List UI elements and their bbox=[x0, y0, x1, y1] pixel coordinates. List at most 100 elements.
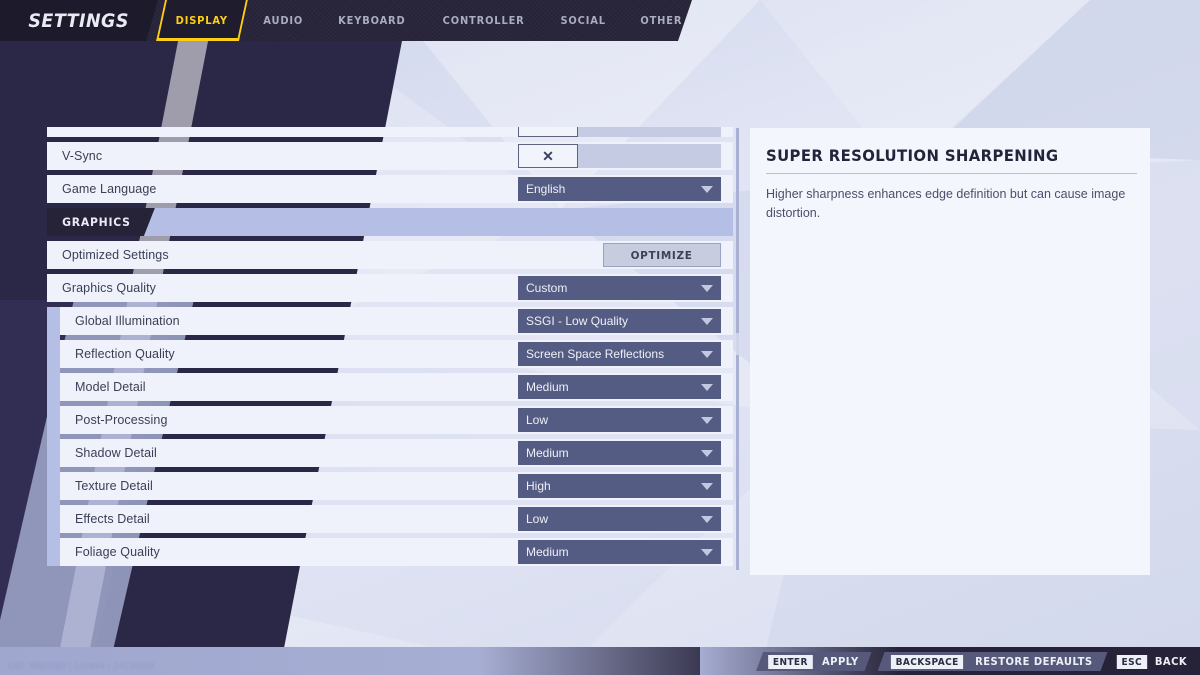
section-label-graphics: GRAPHICS bbox=[62, 215, 131, 229]
setting-label-game-language: Game Language bbox=[47, 182, 156, 196]
setting-label-reflection-quality: Reflection Quality bbox=[60, 347, 175, 361]
setting-row-global-illumination[interactable]: Global Illumination SSGI - Low Quality bbox=[60, 307, 733, 335]
setting-control-texture-detail: High bbox=[518, 474, 721, 498]
setting-row-post-processing[interactable]: Post-Processing Low bbox=[60, 406, 733, 434]
hint-back[interactable]: ESC BACK bbox=[1114, 652, 1193, 671]
setting-label-model-detail: Model Detail bbox=[60, 380, 146, 394]
setting-label-v-sync: V-Sync bbox=[47, 149, 102, 163]
optimize-button-label: OPTIMIZE bbox=[631, 249, 693, 262]
key-cap-backspace: BACKSPACE bbox=[890, 655, 962, 669]
dropdown-effects-detail[interactable]: Low bbox=[518, 507, 721, 531]
setting-row-v-sync[interactable]: V-Sync ✕ bbox=[47, 142, 733, 170]
setting-control-game-language: English bbox=[518, 177, 721, 201]
settings-top-bar: SETTINGS DISPLAY AUDIO KEYBOARD CONTROLL… bbox=[0, 0, 692, 41]
setting-label-texture-detail: Texture Detail bbox=[60, 479, 153, 493]
dropdown-value-reflection-quality: Screen Space Reflections bbox=[526, 347, 701, 361]
chevron-down-icon bbox=[701, 450, 713, 457]
dropdown-reflection-quality[interactable]: Screen Space Reflections bbox=[518, 342, 721, 366]
dropdown-model-detail[interactable]: Medium bbox=[518, 375, 721, 399]
tab-social[interactable]: SOCIAL bbox=[545, 0, 621, 41]
dropdown-foliage-quality[interactable]: Medium bbox=[518, 540, 721, 564]
v-sync-toggle[interactable]: ✕ bbox=[518, 144, 721, 168]
hint-label-back: BACK bbox=[1155, 656, 1187, 668]
setting-row-optimized-settings[interactable]: Optimized Settings OPTIMIZE bbox=[47, 241, 733, 269]
dropdown-global-illumination[interactable]: SSGI - Low Quality bbox=[518, 309, 721, 333]
hint-label-apply: APPLY bbox=[822, 656, 859, 668]
dropdown-value-global-illumination: SSGI - Low Quality bbox=[526, 314, 701, 328]
setting-row-graphics-quality[interactable]: Graphics Quality Custom bbox=[47, 274, 733, 302]
partial-row-control bbox=[518, 127, 721, 137]
list-row-partial bbox=[47, 127, 733, 137]
chevron-down-icon bbox=[701, 285, 713, 292]
setting-label-effects-detail: Effects Detail bbox=[60, 512, 150, 526]
setting-row-effects-detail[interactable]: Effects Detail Low bbox=[60, 505, 733, 533]
tab-display[interactable]: DISPLAY bbox=[161, 0, 243, 41]
setting-control-post-processing: Low bbox=[518, 408, 721, 432]
dropdown-value-texture-detail: High bbox=[526, 479, 701, 493]
chevron-down-icon bbox=[701, 483, 713, 490]
info-panel-divider bbox=[766, 173, 1137, 174]
dropdown-post-processing[interactable]: Low bbox=[518, 408, 721, 432]
chevron-down-icon bbox=[701, 549, 713, 556]
settings-logo-text: SETTINGS bbox=[29, 10, 130, 32]
setting-control-foliage-quality: Medium bbox=[518, 540, 721, 564]
setting-label-shadow-detail: Shadow Detail bbox=[60, 446, 157, 460]
tab-social-label: SOCIAL bbox=[560, 15, 605, 27]
setting-control-reflection-quality: Screen Space Reflections bbox=[518, 342, 721, 366]
partial-row-checkbox bbox=[518, 127, 578, 137]
setting-control-optimized-settings: OPTIMIZE bbox=[603, 243, 721, 267]
settings-list-scrollbar[interactable] bbox=[736, 128, 739, 570]
setting-row-game-language[interactable]: Game Language English bbox=[47, 175, 733, 203]
setting-label-optimized-settings: Optimized Settings bbox=[47, 248, 169, 262]
tab-audio[interactable]: AUDIO bbox=[248, 0, 318, 41]
setting-control-shadow-detail: Medium bbox=[518, 441, 721, 465]
setting-row-shadow-detail[interactable]: Shadow Detail Medium bbox=[60, 439, 733, 467]
dropdown-value-post-processing: Low bbox=[526, 413, 701, 427]
setting-row-model-detail[interactable]: Model Detail Medium bbox=[60, 373, 733, 401]
dropdown-shadow-detail[interactable]: Medium bbox=[518, 441, 721, 465]
dropdown-game-language[interactable]: English bbox=[518, 177, 721, 201]
tab-keyboard[interactable]: KEYBOARD bbox=[323, 0, 420, 41]
hint-restore-defaults[interactable]: BACKSPACE RESTORE DEFAULTS bbox=[878, 652, 1108, 671]
sub-settings-indent-gutter bbox=[47, 307, 60, 566]
setting-label-global-illumination: Global Illumination bbox=[60, 314, 180, 328]
setting-label-foliage-quality: Foliage Quality bbox=[60, 545, 160, 559]
setting-control-v-sync: ✕ bbox=[518, 144, 721, 168]
tab-display-label: DISPLAY bbox=[176, 15, 228, 27]
setting-label-graphics-quality: Graphics Quality bbox=[47, 281, 156, 295]
setting-label-post-processing: Post-Processing bbox=[60, 413, 168, 427]
key-cap-esc: ESC bbox=[1116, 655, 1146, 669]
dropdown-texture-detail[interactable]: High bbox=[518, 474, 721, 498]
dropdown-value-model-detail: Medium bbox=[526, 380, 701, 394]
dropdown-graphics-quality[interactable]: Custom bbox=[518, 276, 721, 300]
chevron-down-icon bbox=[701, 351, 713, 358]
tab-controller[interactable]: CONTROLLER bbox=[427, 0, 539, 41]
setting-control-global-illumination: SSGI - Low Quality bbox=[518, 309, 721, 333]
section-header-graphics: GRAPHICS bbox=[47, 208, 733, 236]
dropdown-value-shadow-detail: Medium bbox=[526, 446, 701, 460]
hint-apply[interactable]: ENTER APPLY bbox=[756, 652, 871, 671]
setting-row-texture-detail[interactable]: Texture Detail High bbox=[60, 472, 733, 500]
tab-audio-label: AUDIO bbox=[263, 15, 303, 27]
optimize-button[interactable]: OPTIMIZE bbox=[603, 243, 721, 267]
setting-row-foliage-quality[interactable]: Foliage Quality Medium bbox=[60, 538, 733, 566]
key-cap-enter: ENTER bbox=[768, 655, 812, 669]
setting-row-reflection-quality[interactable]: Reflection Quality Screen Space Reflecti… bbox=[60, 340, 733, 368]
dropdown-value-effects-detail: Low bbox=[526, 512, 701, 526]
tab-keyboard-label: KEYBOARD bbox=[338, 15, 405, 27]
scrollbar-thumb[interactable] bbox=[736, 333, 739, 355]
setting-control-graphics-quality: Custom bbox=[518, 276, 721, 300]
info-panel-description: Higher sharpness enhances edge definitio… bbox=[766, 185, 1131, 224]
info-panel: SUPER RESOLUTION SHARPENING Higher sharp… bbox=[750, 128, 1150, 575]
dropdown-value-game-language: English bbox=[526, 182, 701, 196]
setting-control-model-detail: Medium bbox=[518, 375, 721, 399]
tab-other-label: OTHER bbox=[641, 15, 683, 27]
footer-key-hints: ENTER APPLY BACKSPACE RESTORE DEFAULTS E… bbox=[756, 652, 1192, 671]
chevron-down-icon bbox=[701, 417, 713, 424]
chevron-down-icon bbox=[701, 318, 713, 325]
hint-label-restore-defaults: RESTORE DEFAULTS bbox=[975, 656, 1093, 668]
tab-controller-label: CONTROLLER bbox=[442, 15, 524, 27]
setting-control-effects-detail: Low bbox=[518, 507, 721, 531]
uid-text: UID: 8581583 | 140844 | 24138558 bbox=[8, 661, 155, 671]
v-sync-checkbox-x-icon[interactable]: ✕ bbox=[518, 144, 578, 168]
